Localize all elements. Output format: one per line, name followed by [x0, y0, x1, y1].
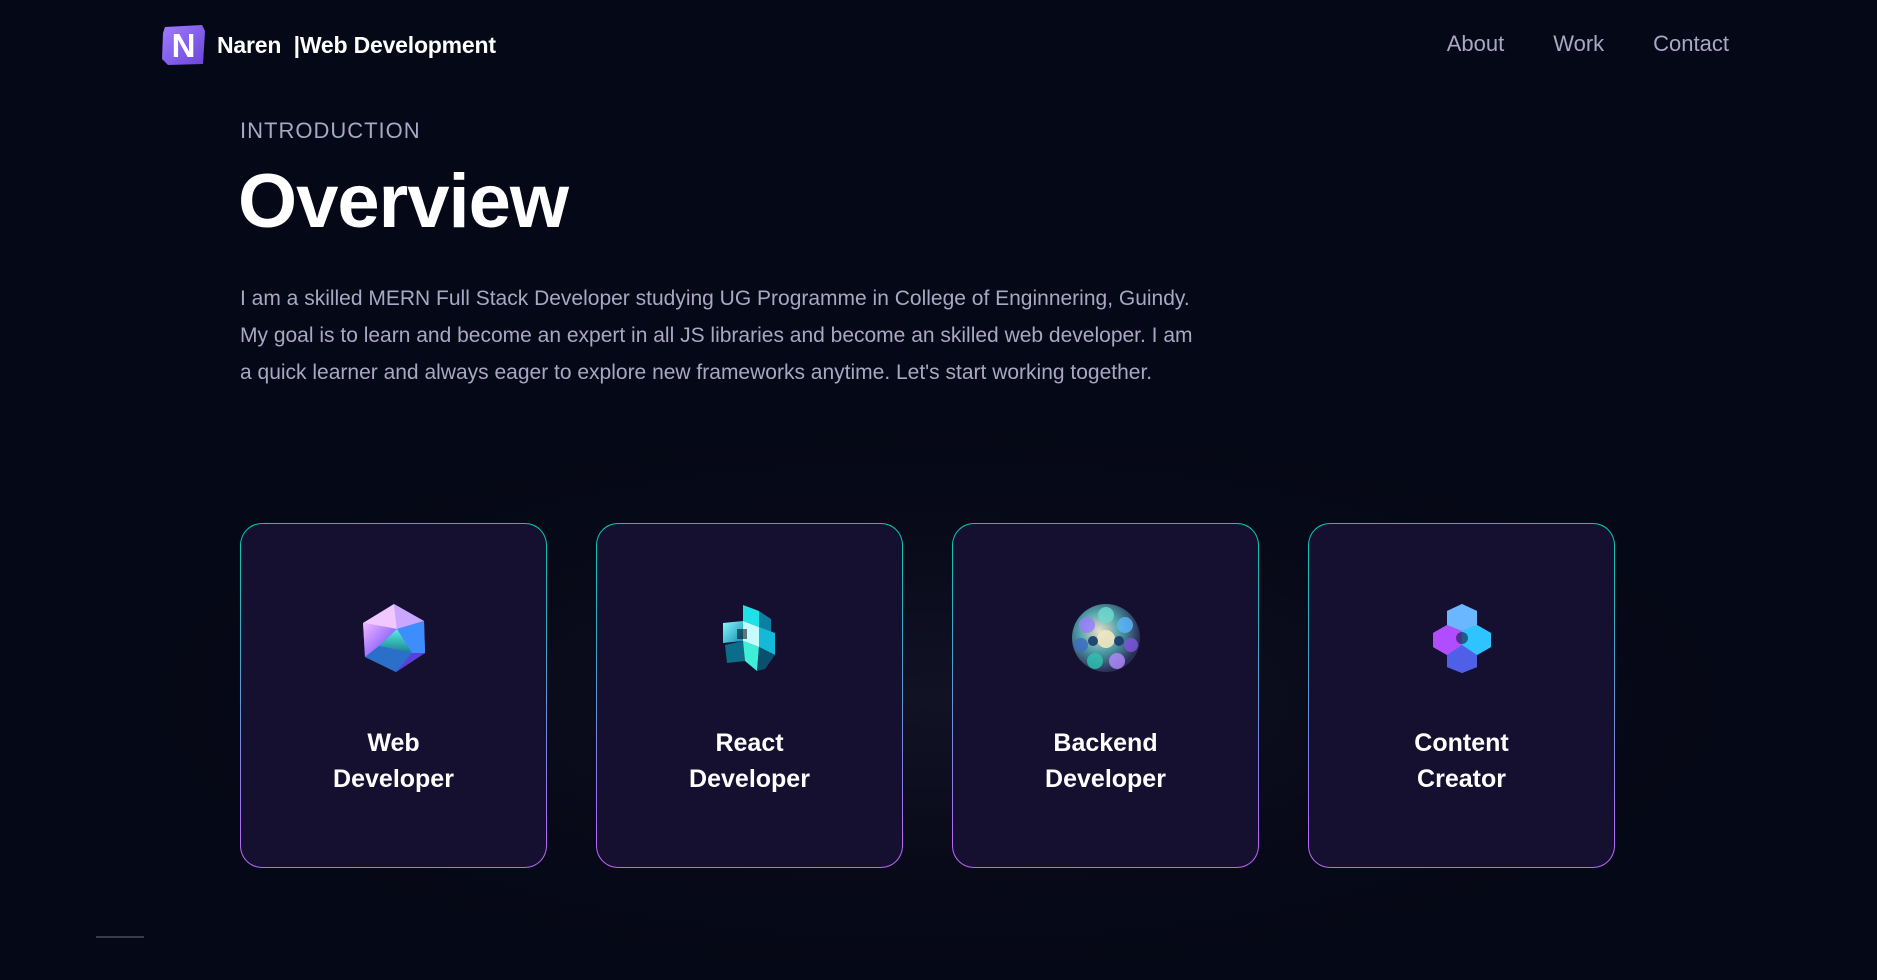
icosahedron-icon	[362, 604, 425, 672]
sphere-cluster-icon	[1071, 604, 1140, 672]
card-title: Web Developer	[294, 725, 494, 797]
hex-star-icon	[1432, 604, 1491, 673]
nav-item-contact: Contact	[1653, 28, 1729, 60]
card-title: React Developer	[650, 725, 850, 797]
card-title-line: Web	[367, 729, 420, 757]
intro-paragraph: I am a skilled MERN Full Stack Developer…	[240, 287, 1193, 384]
nav-item-about: About	[1447, 28, 1505, 60]
card-title-line: Developer	[689, 765, 810, 793]
card-body: Web Developer	[241, 524, 546, 867]
logo-letter: N	[172, 27, 196, 64]
cube-knot-icon	[722, 605, 775, 671]
card-title: Backend Developer	[1006, 725, 1206, 797]
section-subtitle: Introduction	[240, 118, 421, 143]
card-title-line: Content	[1414, 729, 1509, 757]
logo-icon: N	[162, 25, 205, 65]
nav-item-work: Work	[1553, 28, 1604, 60]
card-title-line: React	[715, 729, 784, 757]
service-card-web-developer[interactable]: Web Developer	[240, 523, 547, 868]
card-title-line: Creator	[1417, 765, 1506, 793]
card-title-line: Backend	[1053, 729, 1158, 757]
nav-link-work[interactable]: Work	[1553, 31, 1604, 56]
brand-name: Naren	[217, 31, 282, 58]
brand-text: Naren |Web Development	[217, 32, 496, 59]
logo-link[interactable]: N Naren |Web Development	[161, 24, 496, 66]
service-card-backend-developer[interactable]: Backend Developer	[952, 523, 1259, 868]
navbar: N Naren |Web Development About Work Cont…	[0, 0, 1877, 88]
card-body: Backend Developer	[953, 524, 1258, 867]
nav-link-about[interactable]: About	[1447, 31, 1505, 56]
page-title: Overview	[238, 159, 569, 244]
card-body: Content Creator	[1309, 524, 1614, 867]
card-title-line: Developer	[333, 765, 454, 793]
card-title-line: Developer	[1045, 765, 1166, 793]
service-card-content-creator[interactable]: Content Creator	[1308, 523, 1615, 868]
card-title: Content Creator	[1362, 725, 1562, 797]
brand-tagline: Web Development	[299, 31, 496, 58]
nav-links: About Work Contact	[1447, 28, 1729, 60]
service-card-react-developer[interactable]: React Developer	[596, 523, 903, 868]
nav-link-contact[interactable]: Contact	[1653, 31, 1729, 56]
card-body: React Developer	[597, 524, 902, 867]
service-cards: Web Developer React Developer Backend De…	[240, 523, 1615, 868]
